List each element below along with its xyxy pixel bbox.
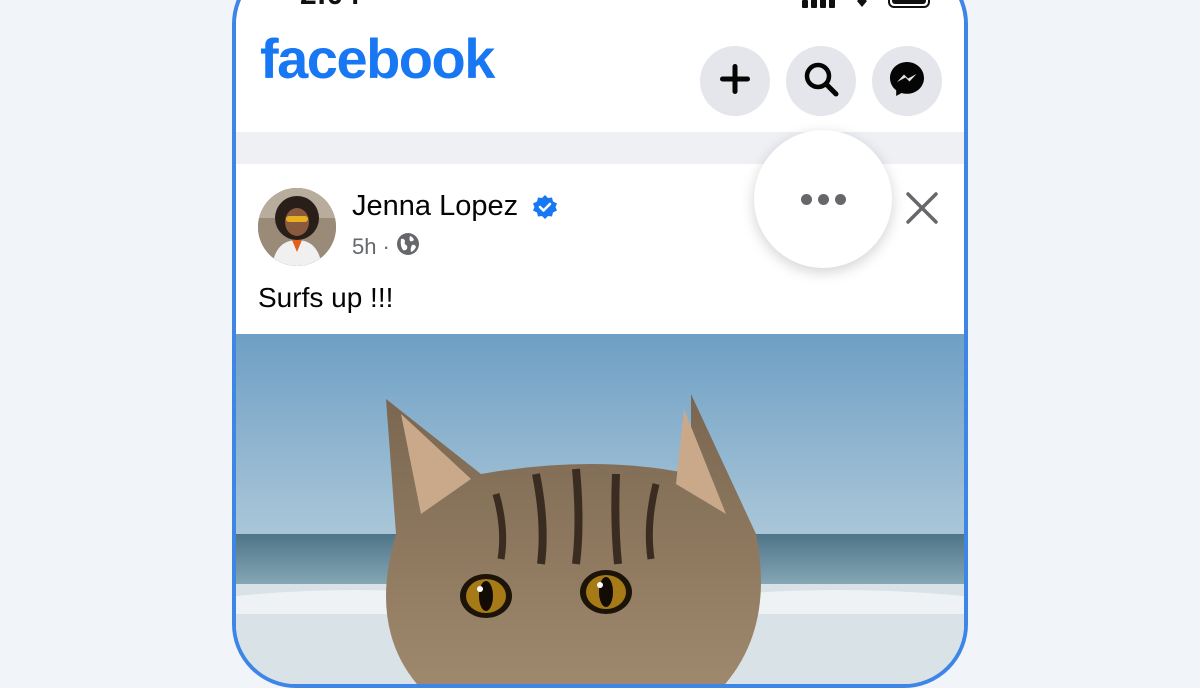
search-icon (802, 60, 840, 103)
search-button[interactable] (786, 46, 856, 116)
post-photo[interactable] (236, 334, 964, 684)
plus-icon (718, 62, 752, 101)
app-header: facebook (236, 20, 964, 132)
facebook-logo[interactable]: facebook (260, 26, 495, 91)
post-time[interactable]: 5h (352, 234, 376, 260)
close-icon (905, 191, 939, 230)
status-bar: 2:04 (236, 0, 964, 20)
cellular-signal-icon (802, 0, 836, 13)
phone-frame: 2:04 (232, 0, 968, 688)
messenger-button[interactable] (872, 46, 942, 116)
author-avatar[interactable] (258, 188, 336, 266)
wifi-icon (848, 0, 876, 13)
create-post-button[interactable] (700, 46, 770, 116)
post-more-options-button[interactable] (754, 130, 892, 268)
author-name[interactable]: Jenna Lopez (352, 190, 518, 223)
globe-icon (396, 232, 420, 262)
post-text: Surfs up !!! (258, 282, 394, 313)
more-dot (834, 193, 846, 205)
hide-post-button[interactable] (902, 190, 942, 230)
battery-icon (888, 0, 934, 13)
verified-badge-icon (532, 194, 558, 225)
meta-separator: · (382, 234, 390, 259)
more-dot (800, 193, 812, 205)
status-time: 2:04 (300, 0, 360, 12)
post-meta: 5h · (352, 232, 420, 262)
status-icons (802, 0, 934, 13)
more-dot (817, 193, 829, 205)
feed-post: Jenna Lopez 5h · Surfs up !!! (236, 130, 964, 684)
messenger-icon (888, 60, 926, 103)
